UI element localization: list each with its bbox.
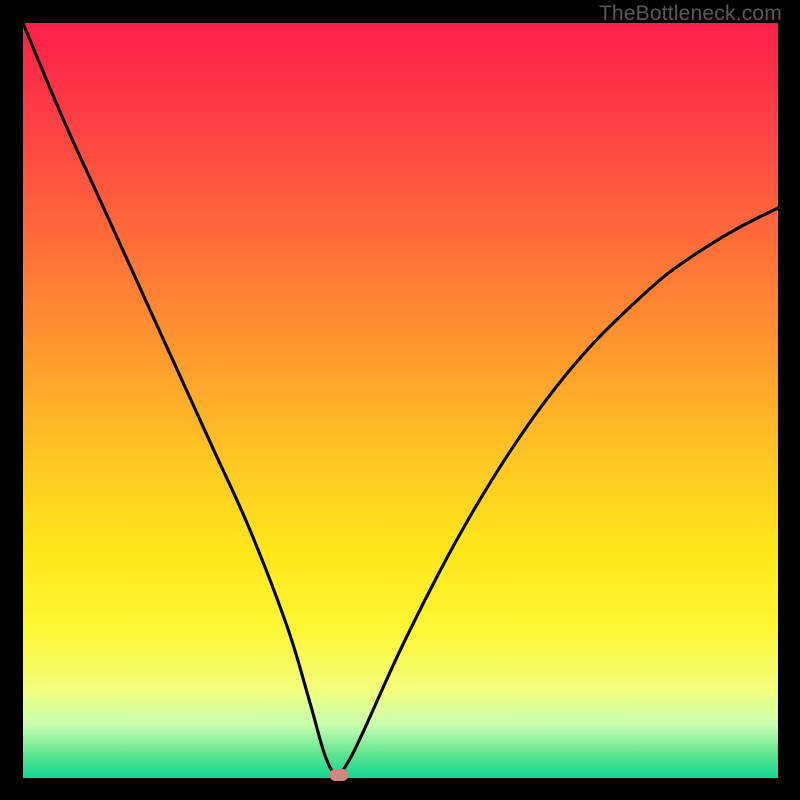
optimum-marker	[329, 769, 348, 781]
chart-frame: TheBottleneck.com	[0, 0, 800, 800]
plot-area	[23, 23, 778, 778]
bottleneck-curve-path	[23, 23, 778, 774]
curve-svg	[23, 23, 778, 778]
